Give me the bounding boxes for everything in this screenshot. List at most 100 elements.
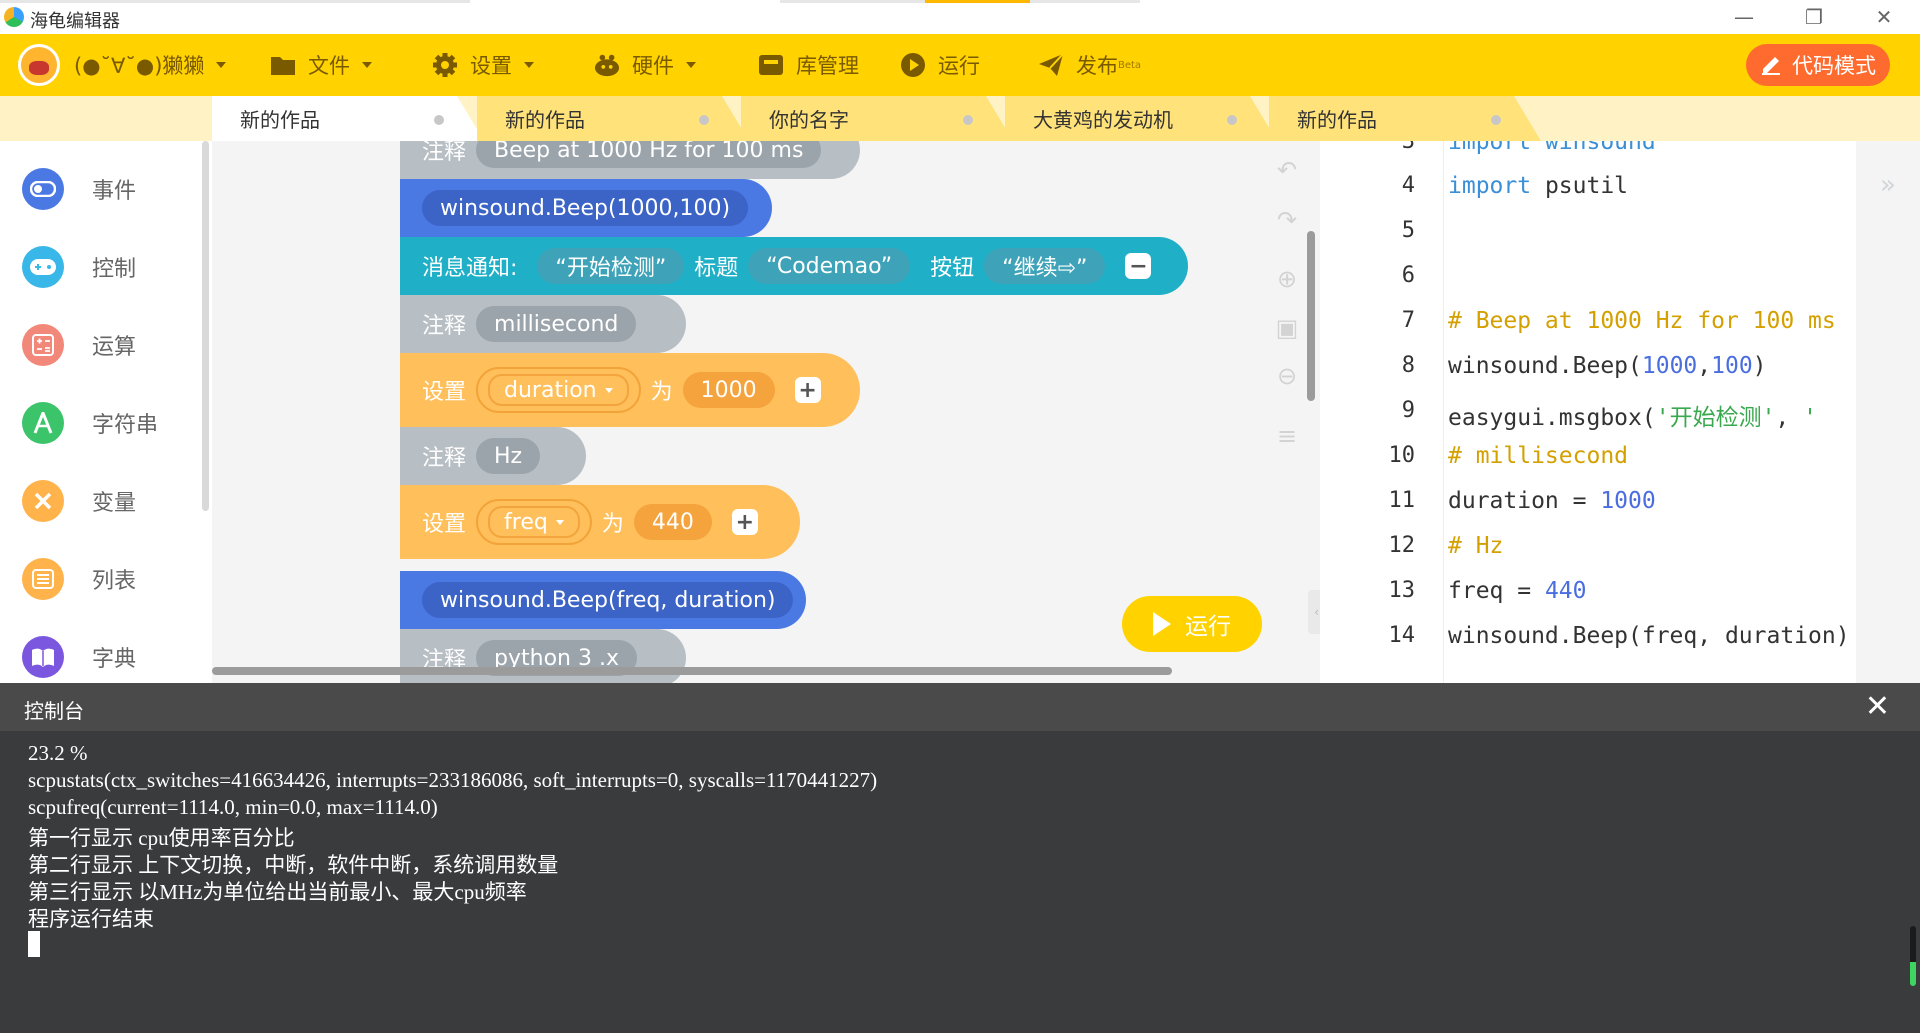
- message-notify-block[interactable]: 消息通知: “开始检测” 标题 “Codemao” 按钮 “继续⇨” −: [400, 237, 1188, 295]
- code-line[interactable]: import psutil: [1448, 173, 1628, 199]
- tab-close-dot-icon[interactable]: [1227, 115, 1237, 125]
- code-mode-button[interactable]: 代码模式: [1746, 44, 1890, 86]
- minimize-button[interactable]: —: [1724, 4, 1764, 30]
- run-button-label: 运行: [1185, 614, 1231, 640]
- category-strings[interactable]: 字符串: [22, 399, 158, 447]
- settings-menu[interactable]: 设置: [432, 34, 534, 96]
- code-line[interactable]: # Hz: [1448, 533, 1503, 559]
- console-line: 第二行显示 上下文切换，中断，软件中断，系统调用数量: [28, 853, 559, 877]
- category-events[interactable]: 事件: [22, 165, 136, 213]
- tab-3[interactable]: 你的名字: [741, 96, 1013, 141]
- tab-2[interactable]: 新的作品: [477, 96, 749, 141]
- publish-button[interactable]: 发布 Beta: [1038, 34, 1141, 96]
- zoom-out-icon[interactable]: ⊖: [1274, 363, 1300, 389]
- add-arg-icon[interactable]: +: [794, 377, 821, 403]
- variable-name: duration: [504, 377, 597, 403]
- console-scrollbar[interactable]: [1910, 926, 1916, 986]
- value-field[interactable]: 440: [633, 504, 712, 540]
- code-editor[interactable]: 3 4 5 6 7 8 9 10 11 12 13 14 import wins…: [1320, 141, 1920, 683]
- align-blocks-icon[interactable]: ≡: [1274, 423, 1300, 449]
- user-menu[interactable]: (●˘∀˘●)獭獭: [18, 34, 227, 96]
- library-manager-label: 库管理: [796, 54, 859, 78]
- variable-dropdown[interactable]: freq: [476, 499, 592, 545]
- console-line: 程序运行结束: [28, 907, 154, 931]
- variable-dropdown[interactable]: duration: [476, 367, 641, 413]
- gamepad-icon: [22, 246, 64, 288]
- code-line[interactable]: easygui.msgbox('开始检测', ': [1448, 398, 1817, 432]
- fit-screen-icon[interactable]: ▣: [1274, 315, 1300, 341]
- add-arg-icon[interactable]: +: [731, 509, 758, 535]
- code-line[interactable]: winsound.Beep(freq, duration): [1448, 623, 1850, 649]
- value-field[interactable]: 1000: [682, 372, 775, 408]
- console-input-cursor[interactable]: [28, 931, 40, 957]
- notify-title-label: 标题: [694, 256, 739, 281]
- app-logo-icon: [4, 7, 24, 27]
- code-line[interactable]: # millisecond: [1448, 443, 1628, 469]
- publish-beta-badge: Beta: [1118, 59, 1142, 71]
- avatar[interactable]: [18, 44, 60, 86]
- comment-text-field[interactable]: Hz: [476, 438, 541, 474]
- tab-close-dot-icon[interactable]: [1491, 115, 1501, 125]
- redo-icon[interactable]: ↷: [1274, 207, 1300, 233]
- tab-1[interactable]: 新的作品: [212, 96, 484, 141]
- console-output[interactable]: 23.2 % scpustats(ctx_switches=416634426,…: [0, 731, 1920, 1033]
- zoom-in-icon[interactable]: ⊕: [1274, 266, 1300, 292]
- restore-button[interactable]: ❐: [1794, 4, 1834, 30]
- package-icon: [758, 52, 784, 78]
- notify-title-field[interactable]: “Codemao”: [748, 248, 911, 284]
- comment-block[interactable]: 注释 Beep at 1000 Hz for 100 ms: [400, 141, 860, 179]
- block-category-sidebar: 事件 控制 运算 字符串 变量 列表 字典: [0, 141, 212, 683]
- set-variable-block[interactable]: 设置 freq 为 440 +: [400, 485, 800, 559]
- hardware-menu[interactable]: 硬件: [594, 34, 696, 96]
- paper-plane-icon: [1038, 52, 1064, 78]
- undo-icon[interactable]: ↶: [1274, 157, 1300, 183]
- tab-label: 大黄鸡的发动机: [1033, 108, 1173, 132]
- chevron-down-icon: [555, 519, 564, 525]
- tab-close-dot-icon[interactable]: [963, 115, 973, 125]
- category-variables[interactable]: 变量: [22, 477, 136, 525]
- code-line[interactable]: import winsound: [1448, 141, 1656, 155]
- code-line[interactable]: freq = 440: [1448, 578, 1586, 604]
- notify-message-field[interactable]: “开始检测”: [537, 248, 685, 284]
- code-line[interactable]: winsound.Beep(1000,100): [1448, 353, 1767, 379]
- chevron-down-icon: [362, 62, 372, 68]
- comment-text-field[interactable]: millisecond: [476, 306, 637, 342]
- as-label: 为: [601, 512, 624, 537]
- category-control[interactable]: 控制: [22, 243, 136, 291]
- notify-button-field[interactable]: “继续⇨”: [984, 248, 1106, 284]
- category-operators[interactable]: 运算: [22, 321, 136, 369]
- file-menu[interactable]: 文件: [270, 34, 372, 96]
- x-variable-icon: [22, 480, 64, 522]
- gear-icon: [432, 52, 458, 78]
- tab-5[interactable]: 新的作品: [1269, 96, 1541, 141]
- python-code-block[interactable]: winsound.Beep(freq, duration): [400, 571, 806, 629]
- toggle-icon: [22, 168, 64, 210]
- remove-arg-icon[interactable]: −: [1125, 253, 1152, 279]
- category-dictionaries[interactable]: 字典: [22, 633, 136, 681]
- comment-text-field[interactable]: Beep at 1000 Hz for 100 ms: [476, 141, 822, 168]
- collapse-panel-icon[interactable]: »: [1880, 170, 1896, 200]
- python-code-block[interactable]: winsound.Beep(1000,100): [400, 179, 772, 237]
- comment-block[interactable]: 注释 millisecond: [400, 295, 686, 353]
- comment-block-label: 注释: [422, 141, 467, 165]
- document-tabs: 新的作品 新的作品 你的名字 大黄鸡的发动机 新的作品: [0, 96, 1920, 141]
- comment-block[interactable]: 注释 Hz: [400, 427, 586, 485]
- workspace-horizontal-scrollbar[interactable]: [212, 667, 1172, 675]
- tab-close-dot-icon[interactable]: [434, 115, 444, 125]
- sidebar-scrollbar[interactable]: [202, 141, 209, 511]
- set-variable-block[interactable]: 设置 duration 为 1000 +: [400, 353, 860, 427]
- code-line[interactable]: duration = 1000: [1448, 488, 1656, 514]
- run-button[interactable]: 运行: [1122, 596, 1262, 652]
- run-menu-button[interactable]: 运行: [900, 34, 980, 96]
- tab-4[interactable]: 大黄鸡的发动机: [1005, 96, 1277, 141]
- workspace-vertical-scrollbar[interactable]: [1307, 231, 1315, 401]
- code-text-field[interactable]: winsound.Beep(freq, duration): [422, 582, 794, 618]
- code-line[interactable]: # Beep at 1000 Hz for 100 ms: [1448, 308, 1836, 334]
- tab-close-dot-icon[interactable]: [699, 115, 709, 125]
- close-window-button[interactable]: ✕: [1864, 4, 1904, 30]
- library-manager-button[interactable]: 库管理: [758, 34, 859, 96]
- block-workspace[interactable]: 注释 Beep at 1000 Hz for 100 ms winsound.B…: [212, 141, 1320, 683]
- console-close-button[interactable]: ✕: [1865, 689, 1890, 724]
- category-lists[interactable]: 列表: [22, 555, 136, 603]
- code-text-field[interactable]: winsound.Beep(1000,100): [422, 190, 749, 226]
